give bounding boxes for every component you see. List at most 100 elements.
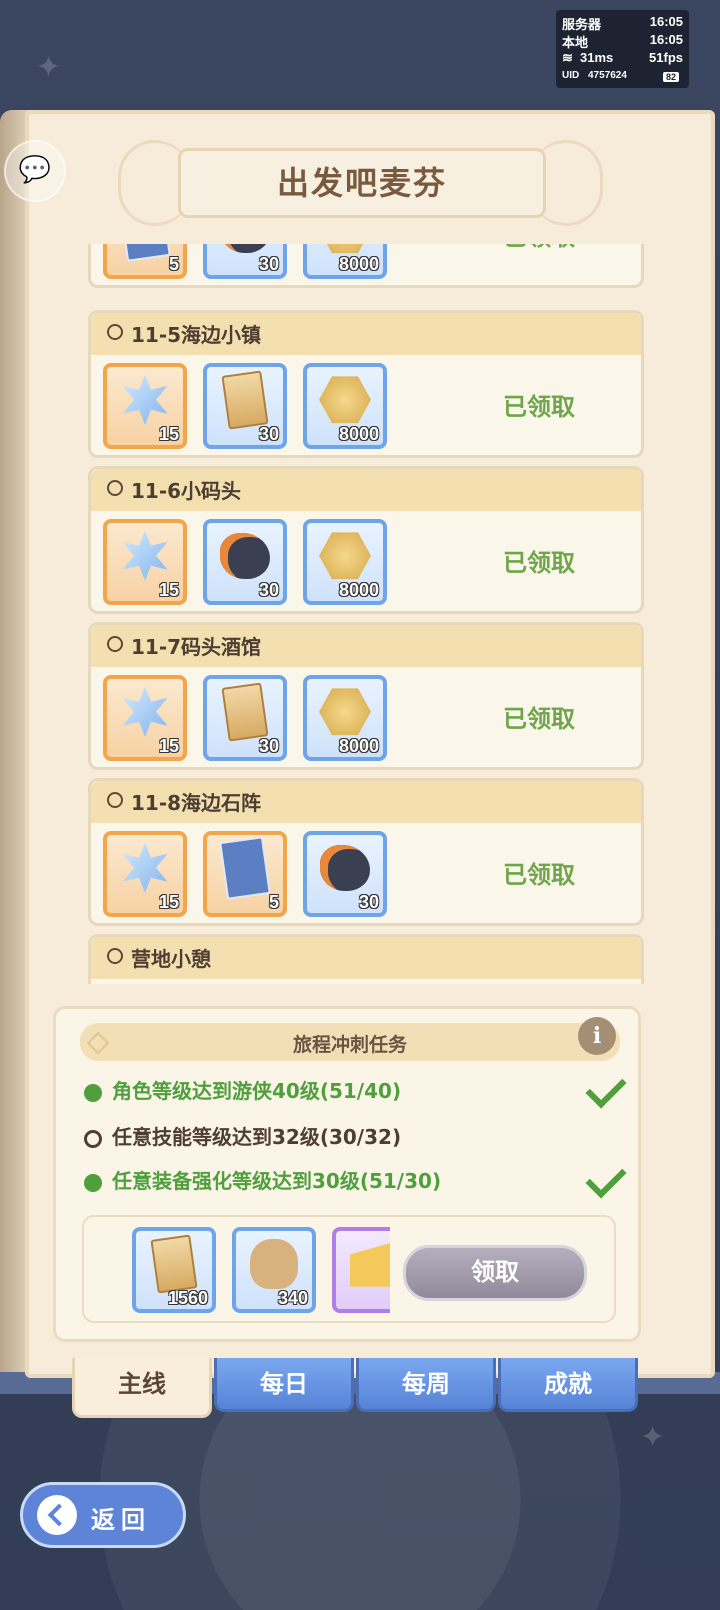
item-count: 30 bbox=[258, 254, 279, 274]
sprint-task: 任意技能等级达到32级(30/32) bbox=[84, 1121, 401, 1150]
back-button[interactable]: 返回 bbox=[20, 1482, 186, 1548]
item-count: 30 bbox=[258, 580, 279, 600]
item-count: 8000 bbox=[338, 736, 379, 756]
chapter-title: 11-7码头酒馆 bbox=[131, 635, 262, 659]
chapter-header: 11-8海边石阵 bbox=[91, 781, 641, 823]
gold-card-icon bbox=[221, 682, 269, 742]
item-count: 1560 bbox=[167, 1288, 208, 1308]
sprint-task: 角色等级达到游侠40级(51/40) bbox=[84, 1075, 401, 1104]
chapter-card: 11-5海边小镇 15 30 8000 已领取 bbox=[88, 310, 644, 458]
chat-bubble-icon: 💬 bbox=[18, 155, 52, 185]
battery-badge: 82 bbox=[662, 72, 679, 82]
reward-item[interactable]: 30 bbox=[303, 831, 387, 917]
reward-item[interactable]: 30 bbox=[203, 244, 287, 279]
reward-item[interactable]: 30 bbox=[203, 363, 287, 449]
gold-card-icon bbox=[150, 1234, 198, 1294]
reward-item[interactable]: 8000 bbox=[303, 675, 387, 761]
info-button[interactable]: i bbox=[578, 1017, 616, 1055]
item-count: 8000 bbox=[338, 580, 379, 600]
paw-bag-icon bbox=[250, 1238, 298, 1289]
item-count: 30 bbox=[258, 736, 279, 756]
cheese-icon bbox=[350, 1240, 390, 1287]
ping: 31ms bbox=[580, 50, 614, 65]
chapter-header: 11-5海边小镇 bbox=[91, 313, 641, 355]
gold-coin-icon bbox=[319, 376, 371, 424]
chapter-title: 11-6小码头 bbox=[131, 479, 242, 503]
claimed-status: 已领取 bbox=[503, 393, 575, 421]
reward-item[interactable]: 15 bbox=[103, 363, 187, 449]
chapter-reward-list[interactable]: 5 30 8000 已领取 11-5海边小镇 15 30 8000 已领取 11-6小码头 15 30… bbox=[88, 244, 644, 984]
ore-icon bbox=[220, 532, 270, 579]
item-count: 15 bbox=[158, 424, 179, 444]
reward-item[interactable]: 30 bbox=[203, 519, 287, 605]
claimed-status: 已领取 bbox=[503, 705, 575, 733]
ore-icon bbox=[220, 244, 270, 253]
wifi-icon: ≋ bbox=[562, 50, 573, 65]
reward-item[interactable]: 5 bbox=[203, 831, 287, 917]
chapter-title: 营地小憩 bbox=[131, 947, 211, 971]
sprint-header: 旅程冲刺任务 bbox=[80, 1023, 620, 1061]
reward-item[interactable] bbox=[332, 1227, 390, 1313]
server-time: 16:05 bbox=[649, 14, 683, 29]
item-count: 15 bbox=[158, 892, 179, 912]
claim-button[interactable]: 领取 bbox=[403, 1245, 587, 1301]
chapter-header: 11-7码头酒馆 bbox=[91, 625, 641, 667]
chapter-card: 营地小憩 bbox=[88, 934, 644, 984]
chapter-header: 营地小憩 bbox=[91, 937, 641, 979]
chapter-card: 11-8海边石阵 15 5 30 已领取 bbox=[88, 778, 644, 926]
item-count: 5 bbox=[168, 254, 179, 274]
star-crystal-icon bbox=[122, 530, 168, 581]
task-icon bbox=[84, 1173, 102, 1192]
reward-item[interactable]: 8000 bbox=[303, 519, 387, 605]
reward-item[interactable]: 15 bbox=[103, 831, 187, 917]
reward-item[interactable]: 30 bbox=[203, 675, 287, 761]
sprint-task: 任意装备强化等级达到30级(51/30) bbox=[84, 1165, 441, 1194]
reward-item[interactable]: 15 bbox=[103, 675, 187, 761]
reward-item[interactable]: 5 bbox=[103, 244, 187, 279]
check-icon bbox=[585, 1067, 627, 1109]
claimed-status: 已领取 bbox=[503, 244, 575, 252]
stage-icon bbox=[107, 636, 123, 652]
tab-weekly[interactable]: 每周 bbox=[356, 1358, 496, 1412]
chapter-card: 5 30 8000 已领取 bbox=[88, 244, 644, 288]
chapter-card: 11-6小码头 15 30 8000 已领取 bbox=[88, 466, 644, 614]
reward-item[interactable]: 1560 bbox=[132, 1227, 216, 1313]
task-text: 任意装备强化等级达到30级(51/30) bbox=[112, 1169, 442, 1193]
sparkle-icon: ✦ bbox=[36, 50, 62, 85]
local-label: 本地 bbox=[562, 35, 589, 50]
title-banner: 出发吧麦芬 bbox=[178, 148, 546, 218]
blue-card-icon bbox=[219, 835, 271, 900]
tab-main[interactable]: 主线 bbox=[72, 1358, 212, 1418]
back-arrow-icon bbox=[37, 1495, 77, 1535]
sparkle-icon: ✦ bbox=[640, 1420, 666, 1455]
reward-items[interactable]: 1560 340 bbox=[128, 1221, 390, 1321]
star-crystal-icon bbox=[122, 842, 168, 893]
task-text: 角色等级达到游侠40级(51/40) bbox=[112, 1079, 402, 1103]
blue-card-icon bbox=[119, 244, 171, 262]
chapter-title: 11-5海边小镇 bbox=[131, 323, 262, 347]
tab-achievements[interactable]: 成就 bbox=[498, 1358, 638, 1412]
star-crystal-icon bbox=[122, 686, 168, 737]
stage-icon bbox=[107, 324, 123, 340]
chapter-card: 11-7码头酒馆 15 30 8000 已领取 bbox=[88, 622, 644, 770]
gold-coin-icon bbox=[319, 532, 371, 580]
page-title: 出发吧麦芬 bbox=[276, 164, 447, 202]
tab-daily[interactable]: 每日 bbox=[214, 1358, 354, 1412]
item-count: 5 bbox=[268, 892, 279, 912]
chat-button[interactable]: 💬 bbox=[4, 140, 66, 202]
back-label: 返回 bbox=[91, 1506, 151, 1534]
gold-coin-icon bbox=[319, 688, 371, 736]
item-count: 30 bbox=[258, 424, 279, 444]
stage-icon bbox=[107, 792, 123, 808]
star-crystal-icon bbox=[122, 374, 168, 425]
reward-item[interactable]: 340 bbox=[232, 1227, 316, 1313]
sprint-task-panel: 旅程冲刺任务 i 角色等级达到游侠40级(51/40) 任意技能等级达到32级(3… bbox=[53, 1006, 641, 1342]
reward-item[interactable]: 8000 bbox=[303, 363, 387, 449]
reward-item[interactable]: 15 bbox=[103, 519, 187, 605]
item-count: 8000 bbox=[338, 424, 379, 444]
fps: 51fps bbox=[649, 50, 683, 65]
item-count: 30 bbox=[358, 892, 379, 912]
item-count: 15 bbox=[158, 580, 179, 600]
reward-item[interactable]: 8000 bbox=[303, 244, 387, 279]
item-count: 340 bbox=[277, 1288, 308, 1308]
